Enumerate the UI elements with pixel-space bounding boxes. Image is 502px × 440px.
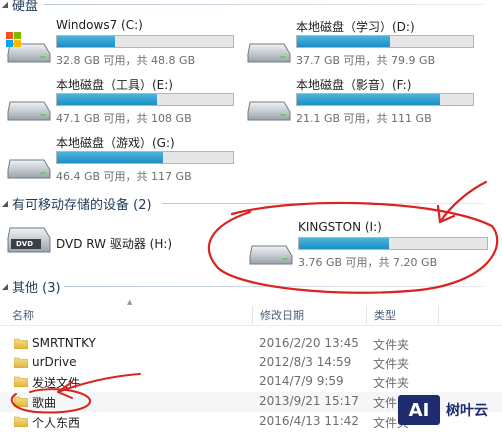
folder-name: 歌曲 bbox=[32, 396, 57, 410]
folder-icon bbox=[14, 396, 28, 407]
folder-name: 个人东西 bbox=[32, 416, 81, 430]
drive-name: Windows7 (C:) bbox=[56, 18, 143, 32]
drive-c[interactable]: Windows7 (C:) 32.8 GB 可用，共 48.8 GB bbox=[4, 18, 244, 67]
hard-disks-header[interactable]: ◢ 硬盘 bbox=[0, 0, 484, 14]
dvd-icon-label: DVD bbox=[16, 240, 34, 248]
folder-icon bbox=[14, 338, 28, 349]
section-divider bbox=[162, 203, 484, 204]
drive-size: 32.8 GB 可用，共 48.8 GB bbox=[56, 54, 196, 67]
column-header-name[interactable]: 名称 bbox=[12, 307, 34, 325]
collapse-arrow-icon[interactable]: ◢ bbox=[0, 282, 10, 291]
usb-drive-icon bbox=[249, 245, 293, 265]
modified-date: 2016/4/13 11:42 bbox=[259, 414, 359, 428]
drive-name: 本地磁盘（学习）(D:) bbox=[296, 20, 415, 34]
drive-e[interactable]: 本地磁盘（工具）(E:) 47.1 GB 可用，共 108 GB bbox=[4, 76, 244, 125]
table-row[interactable]: SMRTNTKY 2016/2/20 13:45 文件夹 bbox=[0, 334, 502, 354]
usage-bar-fill bbox=[57, 152, 163, 163]
usage-bar-fill bbox=[57, 36, 116, 47]
drive-d[interactable]: 本地磁盘（学习）(D:) 37.7 GB 可用，共 79.9 GB bbox=[244, 18, 484, 67]
usage-bar bbox=[296, 93, 474, 106]
usage-bar bbox=[298, 237, 488, 250]
drive-kingston[interactable]: KINGSTON (I:) 3.76 GB 可用，共 7.20 GB bbox=[246, 220, 488, 269]
watermark: AI 树叶云 bbox=[398, 393, 498, 427]
column-separator[interactable] bbox=[366, 306, 367, 324]
removable-header[interactable]: ◢ 有可移动存储的设备 (2) bbox=[0, 193, 484, 213]
table-row[interactable]: 发送文件 2014/7/9 9:59 文件夹 bbox=[0, 372, 502, 392]
column-header-type[interactable]: 类型 bbox=[374, 307, 396, 325]
folder-icon bbox=[14, 376, 28, 387]
usage-bar-fill bbox=[57, 94, 158, 105]
modified-date: 2012/8/3 14:59 bbox=[259, 355, 352, 369]
modified-date: 2016/2/20 13:45 bbox=[259, 336, 359, 350]
dvd-drive-icon bbox=[7, 227, 51, 253]
usage-bar-fill bbox=[297, 94, 440, 105]
file-type: 文件夹 bbox=[373, 338, 410, 352]
drive-name: KINGSTON (I:) bbox=[298, 220, 382, 234]
usage-bar bbox=[296, 35, 474, 48]
file-type: 文件夹 bbox=[373, 357, 410, 371]
folder-icon bbox=[14, 357, 28, 368]
drive-size: 47.1 GB 可用，共 108 GB bbox=[56, 112, 192, 125]
file-type: 文件夹 bbox=[373, 376, 410, 390]
hard-drive-icon bbox=[247, 43, 291, 63]
annotation-arrow-kingston bbox=[438, 180, 488, 224]
drive-size: 3.76 GB 可用，共 7.20 GB bbox=[298, 256, 438, 269]
table-row[interactable]: urDrive 2012/8/3 14:59 文件夹 bbox=[0, 353, 502, 373]
usage-bar bbox=[56, 35, 234, 48]
drive-size: 46.4 GB 可用，共 117 GB bbox=[56, 170, 192, 183]
drive-name: DVD RW 驱动器 (H:) bbox=[56, 237, 173, 251]
folder-name: 发送文件 bbox=[32, 376, 81, 390]
collapse-arrow-icon[interactable]: ◢ bbox=[0, 0, 10, 9]
drive-f[interactable]: 本地磁盘（影音）(F:) 21.1 GB 可用，共 111 GB bbox=[244, 76, 484, 125]
drive-name: 本地磁盘（游戏）(G:) bbox=[56, 136, 175, 150]
drive-name: 本地磁盘（影音）(F:) bbox=[296, 78, 412, 92]
section-divider bbox=[44, 4, 484, 5]
other-title: 其他 (3) bbox=[12, 280, 61, 296]
usage-bar-fill bbox=[299, 238, 390, 249]
drive-g[interactable]: 本地磁盘（游戏）(G:) 46.4 GB 可用，共 117 GB bbox=[4, 134, 244, 183]
sort-arrow-icon: ▲ bbox=[127, 298, 133, 306]
watermark-text: 树叶云 bbox=[446, 403, 488, 419]
drive-size: 21.1 GB 可用，共 111 GB bbox=[296, 112, 432, 125]
collapse-arrow-icon[interactable]: ◢ bbox=[0, 199, 10, 208]
usage-bar bbox=[56, 151, 234, 164]
hard-drive-icon bbox=[7, 101, 51, 121]
other-header[interactable]: ◢ 其他 (3) bbox=[0, 276, 484, 296]
section-divider bbox=[64, 286, 484, 287]
modified-date: 2013/9/21 15:17 bbox=[259, 394, 359, 408]
watermark-logo: AI bbox=[398, 395, 440, 425]
hard-disks-title: 硬盘 bbox=[12, 0, 39, 14]
drive-name: 本地磁盘（工具）(E:) bbox=[56, 78, 173, 92]
drive-size: 37.7 GB 可用，共 79.9 GB bbox=[296, 54, 436, 67]
folder-name: urDrive bbox=[32, 355, 77, 369]
hard-drive-icon bbox=[7, 159, 51, 179]
folder-icon bbox=[14, 416, 28, 427]
folder-name: SMRTNTKY bbox=[32, 336, 96, 350]
removable-title: 有可移动存储的设备 (2) bbox=[12, 197, 152, 213]
column-header-row bbox=[0, 306, 502, 326]
hard-drive-icon bbox=[247, 101, 291, 121]
column-separator[interactable] bbox=[252, 306, 253, 324]
usage-bar bbox=[56, 93, 234, 106]
column-separator[interactable] bbox=[438, 306, 439, 324]
column-header-date[interactable]: 修改日期 bbox=[260, 307, 304, 325]
modified-date: 2014/7/9 9:59 bbox=[259, 374, 344, 388]
drive-dvd[interactable]: DVD DVD RW 驱动器 (H:) bbox=[4, 222, 244, 270]
usage-bar-fill bbox=[297, 36, 391, 47]
windows-drive-icon bbox=[6, 32, 51, 63]
